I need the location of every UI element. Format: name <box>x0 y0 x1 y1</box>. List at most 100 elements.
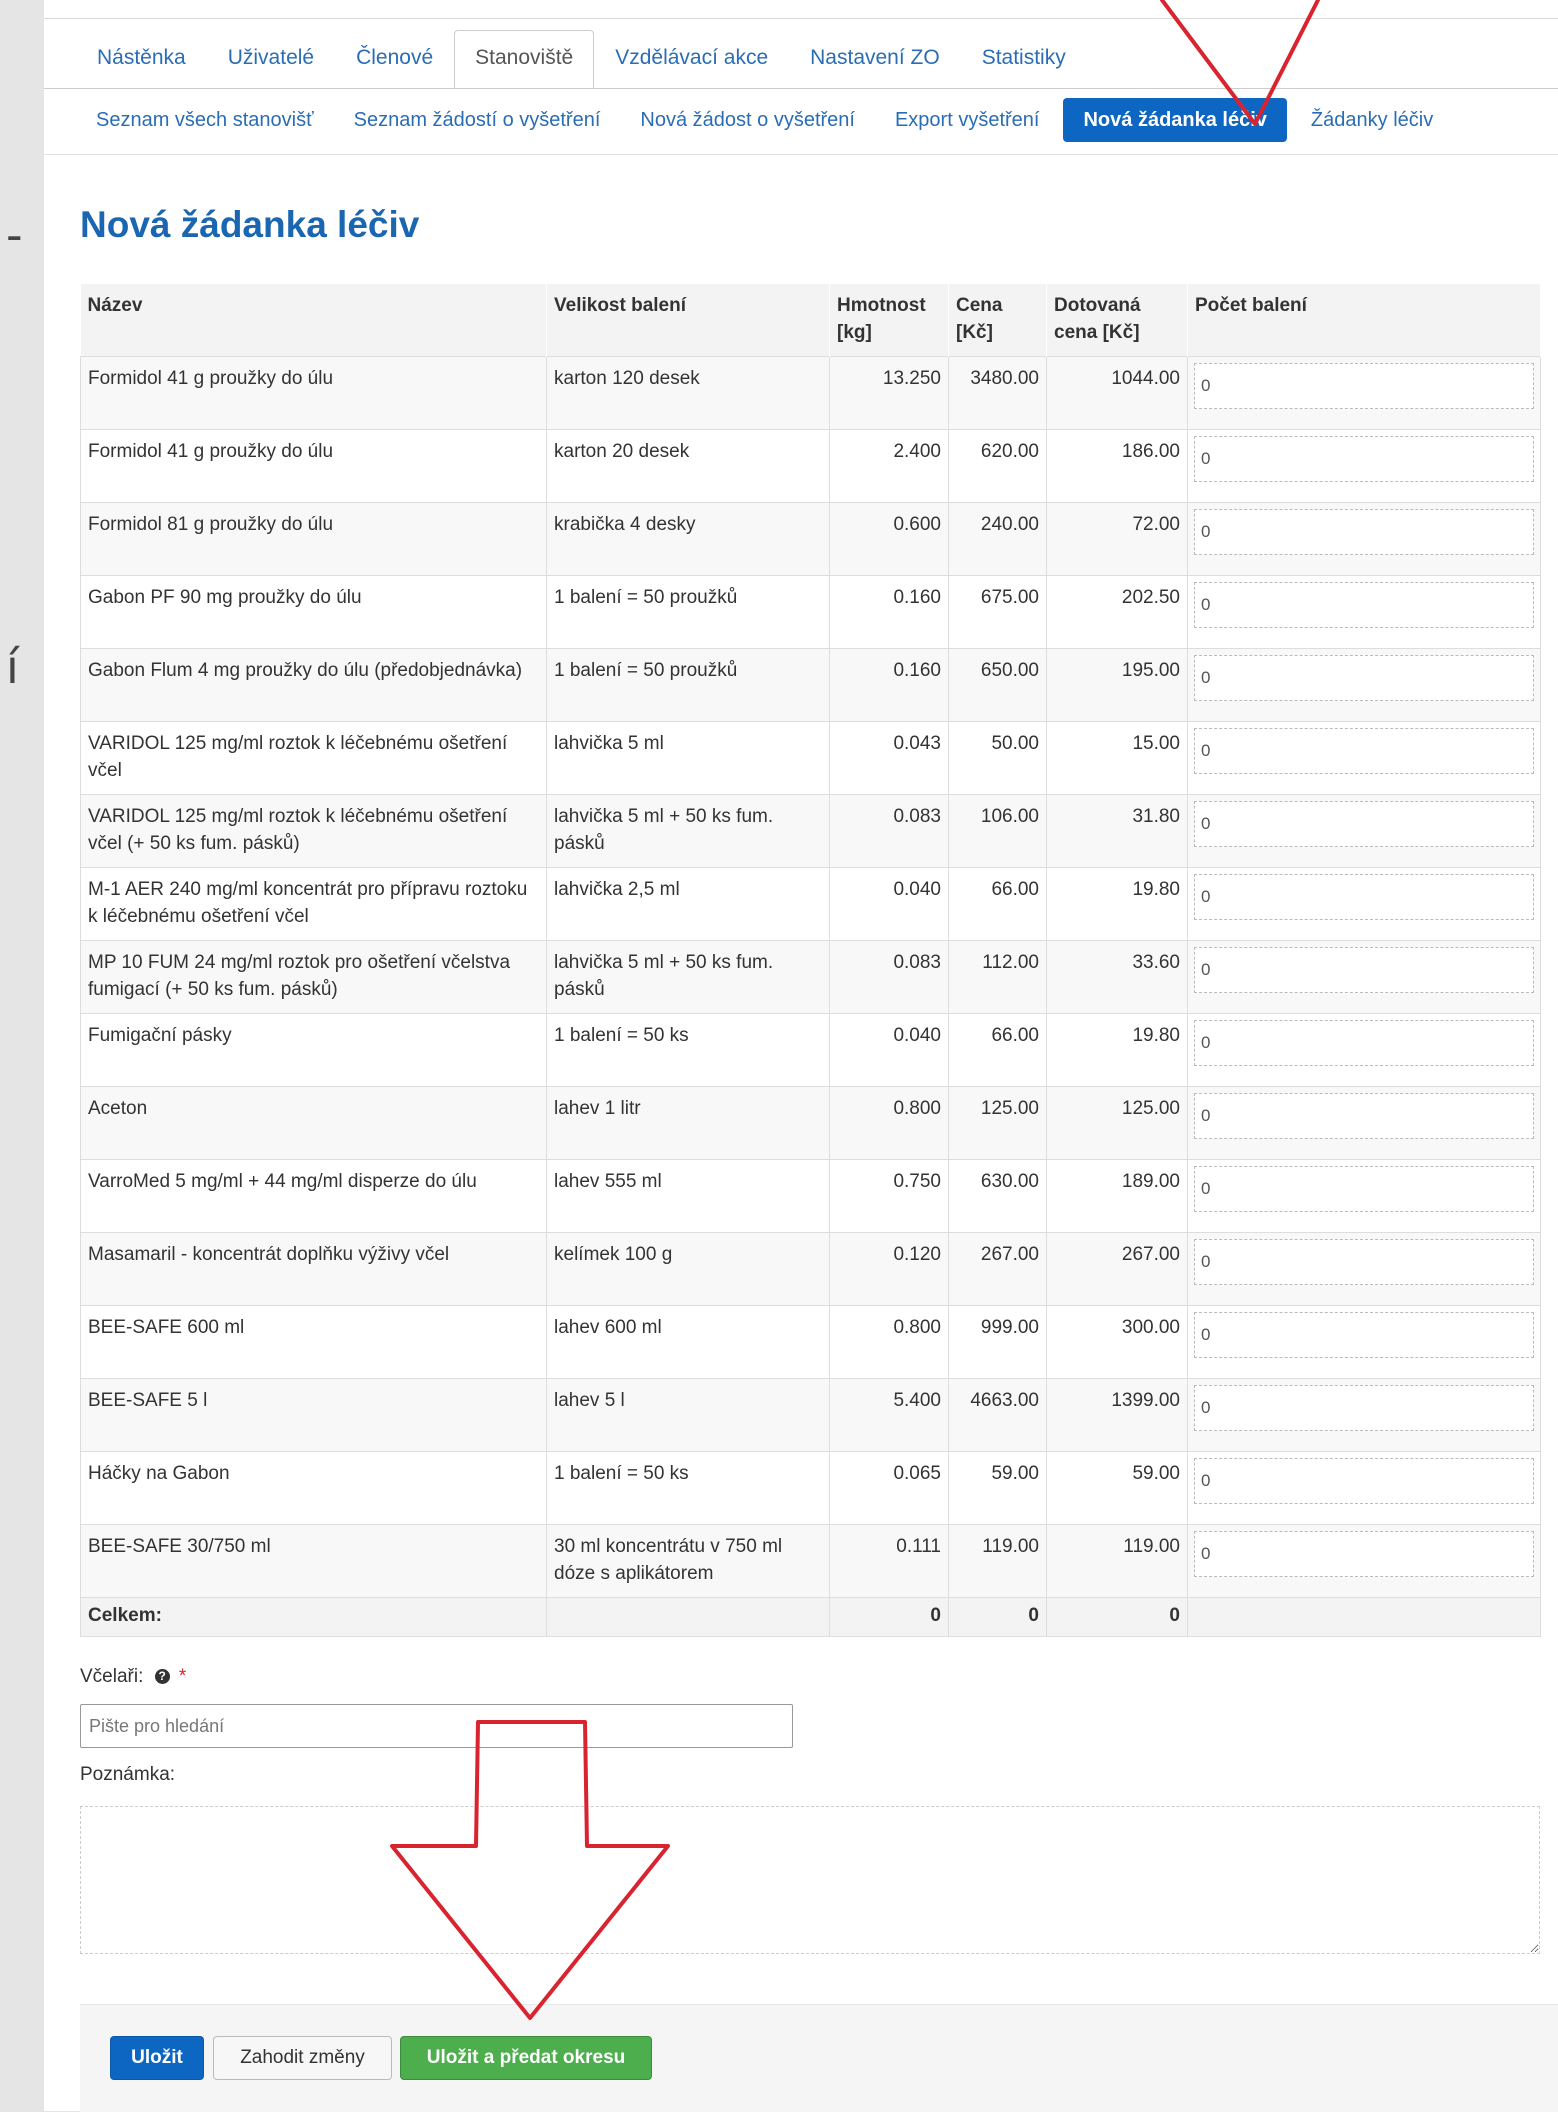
cell-subsidized-price: 59.00 <box>1046 1451 1188 1525</box>
table-row: Fumigační pásky 1 balení = 50 ks 0.040 66.0… <box>80 1013 1541 1087</box>
package-count-input[interactable] <box>1194 1239 1534 1285</box>
cell-package: 1 balení = 50 proužků <box>546 575 830 649</box>
cell-name: Gabon PF 90 mg proužky do úlu <box>80 575 547 649</box>
divider <box>44 88 1558 89</box>
background-left-strip: - í <box>0 0 44 2111</box>
package-count-input[interactable] <box>1194 1385 1534 1431</box>
main-tabs: Nástěnka Uživatelé Členové Stanoviště Vzdělá… <box>76 30 1087 88</box>
save-and-submit-button[interactable]: Uložit a předat okresu <box>400 2036 652 2080</box>
table-row: VARIDOL 125 mg/ml roztok k léčebnému oše… <box>80 794 1541 868</box>
cell-price: 240.00 <box>948 502 1047 576</box>
tab-5[interactable]: Nastavení ZO <box>789 30 961 88</box>
cell-package-count <box>1187 1378 1541 1452</box>
table-row: Formidol 41 g proužky do úlu karton 120 d… <box>80 356 1541 430</box>
cell-package: lahvička 5 ml + 50 ks fum. pásků <box>546 794 830 868</box>
cell-weight: 0.750 <box>829 1159 949 1233</box>
cell-price: 59.00 <box>948 1451 1047 1525</box>
package-count-input[interactable] <box>1194 874 1534 920</box>
cell-package-count <box>1187 575 1541 649</box>
subnav-item-4[interactable]: Nová žádanka léčiv <box>1063 98 1287 142</box>
cell-package: lahev 600 ml <box>546 1305 830 1379</box>
tab-3[interactable]: Stanoviště <box>454 30 595 88</box>
cell-package-count <box>1187 1086 1541 1160</box>
cell-package: lahev 1 litr <box>546 1086 830 1160</box>
cell-name: Háčky na Gabon <box>80 1451 547 1525</box>
cell-package: lahev 555 ml <box>546 1159 830 1233</box>
cell-package: karton 20 desek <box>546 429 830 503</box>
package-count-input[interactable] <box>1194 728 1534 774</box>
beekeepers-search-input[interactable] <box>80 1704 793 1748</box>
cell-price: 675.00 <box>948 575 1047 649</box>
table-total-row: Celkem: 0 0 0 <box>80 1597 1541 1637</box>
subnav-item-0[interactable]: Seznam všech stanovišť <box>76 98 334 142</box>
cell-weight: 0.120 <box>829 1232 949 1306</box>
table-header-row: Název Velikost balení Hmotnost [kg] Cena… <box>80 284 1541 357</box>
total-weight: 0 <box>829 1597 949 1637</box>
package-count-input[interactable] <box>1194 1312 1534 1358</box>
package-count-input[interactable] <box>1194 1020 1534 1066</box>
tab-2[interactable]: Členové <box>335 30 454 88</box>
cell-package: karton 120 desek <box>546 356 830 430</box>
package-count-input[interactable] <box>1194 1458 1534 1504</box>
table-row: Háčky na Gabon 1 balení = 50 ks 0.065 59.00… <box>80 1451 1541 1525</box>
cell-package-count <box>1187 1232 1541 1306</box>
tab-6[interactable]: Statistiky <box>961 30 1087 88</box>
divider <box>44 154 1558 155</box>
subnav-item-2[interactable]: Nová žádost o vyšetření <box>620 98 875 142</box>
cell-weight: 0.160 <box>829 648 949 722</box>
cell-package: 1 balení = 50 ks <box>546 1451 830 1525</box>
cell-package-count <box>1187 502 1541 576</box>
cell-package-count <box>1187 940 1541 1014</box>
column-header-package: Velikost balení <box>546 284 830 357</box>
tab-0[interactable]: Nástěnka <box>76 30 207 88</box>
cell-weight: 5.400 <box>829 1378 949 1452</box>
package-count-input[interactable] <box>1194 947 1534 993</box>
package-count-input[interactable] <box>1194 582 1534 628</box>
total-price: 0 <box>948 1597 1047 1637</box>
table-row: Aceton lahev 1 litr 0.800 125.00 125.00 <box>80 1086 1541 1160</box>
cell-subsidized-price: 267.00 <box>1046 1232 1188 1306</box>
cell-package-count <box>1187 794 1541 868</box>
package-count-input[interactable] <box>1194 436 1534 482</box>
main-panel: Nástěnka Uživatelé Členové Stanoviště Vzdělá… <box>44 0 1558 2112</box>
subnav-item-5[interactable]: Žádanky léčiv <box>1291 98 1453 142</box>
tab-1[interactable]: Uživatelé <box>207 30 335 88</box>
cell-name: BEE-SAFE 5 l <box>80 1378 547 1452</box>
cell-subsidized-price: 125.00 <box>1046 1086 1188 1160</box>
package-count-input[interactable] <box>1194 655 1534 701</box>
note-textarea[interactable] <box>80 1806 1540 1954</box>
cell-package-count <box>1187 648 1541 722</box>
package-count-input[interactable] <box>1194 1531 1534 1577</box>
save-button[interactable]: Uložit <box>110 2036 204 2080</box>
discard-changes-button[interactable]: Zahodit změny <box>213 2036 392 2080</box>
cell-package-count <box>1187 1524 1541 1598</box>
package-count-input[interactable] <box>1194 1166 1534 1212</box>
tab-4[interactable]: Vzdělávací akce <box>594 30 789 88</box>
table-row: BEE-SAFE 5 l lahev 5 l 5.400 4663.00 1399.00 <box>80 1378 1541 1452</box>
cell-price: 106.00 <box>948 794 1047 868</box>
cell-package-count <box>1187 356 1541 430</box>
cell-subsidized-price: 1044.00 <box>1046 356 1188 430</box>
package-count-input[interactable] <box>1194 509 1534 555</box>
subnav-item-1[interactable]: Seznam žádostí o vyšetření <box>334 98 621 142</box>
cell-name: Formidol 81 g proužky do úlu <box>80 502 547 576</box>
cell-name: Masamaril - koncentrát doplňku výživy vč… <box>80 1232 547 1306</box>
cell-package: 30 ml koncentrátu v 750 ml dóze s apliká… <box>546 1524 830 1598</box>
cell-package: 1 balení = 50 ks <box>546 1013 830 1087</box>
cell-package: krabička 4 desky <box>546 502 830 576</box>
table-row: MP 10 FUM 24 mg/ml roztok pro ošetření v… <box>80 940 1541 1014</box>
package-count-input[interactable] <box>1194 363 1534 409</box>
package-count-input[interactable] <box>1194 1093 1534 1139</box>
column-header-price: Cena [Kč] <box>948 284 1047 357</box>
cell-name: M-1 AER 240 mg/ml koncentrát pro příprav… <box>80 867 547 941</box>
cell-subsidized-price: 119.00 <box>1046 1524 1188 1598</box>
package-count-input[interactable] <box>1194 801 1534 847</box>
cell-weight: 0.111 <box>829 1524 949 1598</box>
cell-subsidized-price: 195.00 <box>1046 648 1188 722</box>
cell-price: 4663.00 <box>948 1378 1047 1452</box>
cell-name: Gabon Flum 4 mg proužky do úlu (předobje… <box>80 648 547 722</box>
subnav-item-3[interactable]: Export vyšetření <box>875 98 1060 142</box>
table-row: VarroMed 5 mg/ml + 44 mg/ml disperze do … <box>80 1159 1541 1233</box>
question-circle-icon[interactable]: ? <box>154 1669 170 1685</box>
cell-weight: 0.040 <box>829 867 949 941</box>
